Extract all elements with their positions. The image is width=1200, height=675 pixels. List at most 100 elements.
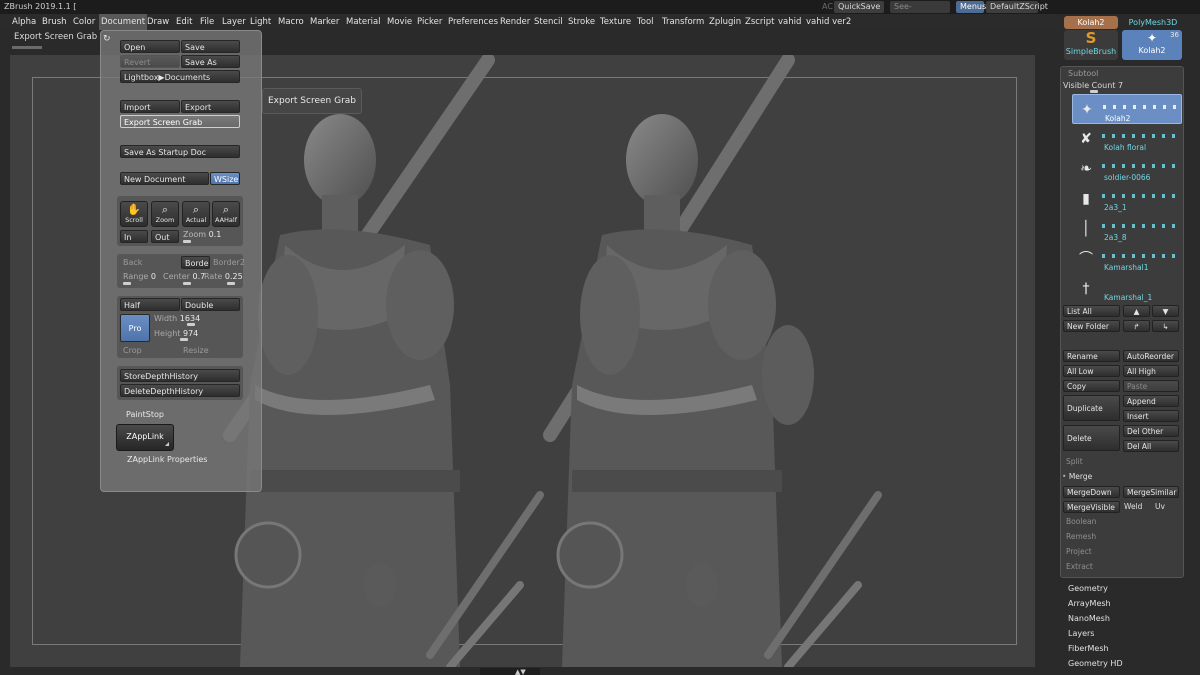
new-document-button[interactable]: New Document: [120, 172, 209, 185]
fibermesh-section[interactable]: FiberMesh: [1068, 644, 1109, 653]
menu-zscript[interactable]: Zscript: [743, 14, 777, 30]
subtool-item-soldier-0066[interactable]: ❧ soldier-0066: [1072, 154, 1182, 184]
delete-button[interactable]: Delete: [1063, 425, 1120, 451]
zoom-out-button[interactable]: Out: [151, 230, 179, 243]
menu-draw[interactable]: Draw: [145, 14, 171, 30]
zoom-button[interactable]: ⌕ Zoom: [151, 201, 179, 227]
export-screen-grab-button[interactable]: Export Screen Grab: [120, 115, 240, 128]
menus-toggle-button[interactable]: Menus: [956, 1, 986, 13]
move-to-folder-icon[interactable]: ↱: [1123, 320, 1150, 332]
menu-alpha[interactable]: Alpha: [10, 14, 38, 30]
zoom-in-button[interactable]: In: [120, 230, 148, 243]
double-button[interactable]: Double: [181, 298, 240, 311]
menu-texture[interactable]: Texture: [598, 14, 633, 30]
width-slider-handle[interactable]: [187, 323, 195, 326]
merge-down-button[interactable]: MergeDown: [1063, 486, 1120, 498]
range-slider[interactable]: Range 0: [123, 272, 156, 281]
boolean-section[interactable]: Boolean: [1066, 517, 1096, 526]
menu-tool[interactable]: Tool: [635, 14, 656, 30]
save-as-startup-doc-button[interactable]: Save As Startup Doc: [120, 145, 240, 158]
menu-layer[interactable]: Layer: [220, 14, 248, 30]
visible-count-slider[interactable]: Visible Count 7: [1063, 81, 1123, 90]
menu-macro[interactable]: Macro: [276, 14, 306, 30]
rate-slider-handle[interactable]: [227, 282, 235, 285]
subtool-visibility-icons[interactable]: [1102, 254, 1180, 258]
subtool-visibility-icons[interactable]: [1102, 134, 1180, 138]
menu-light[interactable]: Light: [248, 14, 273, 30]
menu-marker[interactable]: Marker: [308, 14, 341, 30]
center-slider[interactable]: Center 0.7: [163, 272, 205, 281]
panel-refresh-icon[interactable]: ↻: [103, 34, 111, 44]
back-button[interactable]: Back: [123, 258, 142, 267]
canvas-scroll-handle[interactable]: [480, 668, 540, 675]
subtool-title[interactable]: Subtool: [1068, 69, 1098, 78]
merge-similar-button[interactable]: MergeSimilar: [1123, 486, 1179, 498]
geometry-section[interactable]: Geometry: [1068, 584, 1108, 593]
center-slider-handle[interactable]: [183, 282, 191, 285]
subtool-visibility-icons[interactable]: [1102, 224, 1180, 228]
tool-thumb-kolah2-current[interactable]: 36 ✦ Kolah2: [1122, 30, 1182, 60]
subtool-item-kamarshal-1[interactable]: † Kamarshal_1: [1072, 274, 1182, 304]
subtool-item-2a3-8[interactable]: │ 2a3_8: [1072, 214, 1182, 244]
paste-button[interactable]: Paste: [1123, 380, 1179, 392]
subtool-item-kolah-floral[interactable]: ✘ Kolah floral: [1072, 124, 1182, 154]
del-other-button[interactable]: Del Other: [1123, 425, 1179, 437]
remesh-section[interactable]: Remesh: [1066, 532, 1096, 541]
new-folder-button[interactable]: New Folder: [1063, 320, 1120, 332]
list-all-button[interactable]: List All: [1063, 305, 1120, 317]
menu-brush[interactable]: Brush: [40, 14, 69, 30]
actual-button[interactable]: ⌕ Actual: [182, 201, 210, 227]
subtool-item-2a3-1[interactable]: ▮ 2a3_1: [1072, 184, 1182, 214]
open-button[interactable]: Open: [120, 40, 180, 53]
merge-visible-button[interactable]: MergeVisible: [1063, 501, 1120, 513]
menu-material[interactable]: Material: [344, 14, 383, 30]
delete-depth-history-button[interactable]: DeleteDepthHistory: [120, 384, 240, 397]
range-slider-handle[interactable]: [123, 282, 131, 285]
duplicate-button[interactable]: Duplicate: [1063, 395, 1120, 421]
import-button[interactable]: Import: [120, 100, 180, 113]
revert-button[interactable]: Revert: [120, 55, 180, 68]
border-button[interactable]: Border: [181, 256, 210, 269]
height-slider-handle[interactable]: [180, 338, 188, 341]
zapplink-button[interactable]: ZAppLink: [116, 424, 174, 451]
project-section[interactable]: Project: [1066, 547, 1092, 556]
move-out-folder-icon[interactable]: ↳: [1152, 320, 1179, 332]
tool-thumb-polymesh3d[interactable]: PolyMesh3D: [1126, 16, 1180, 29]
menu-picker[interactable]: Picker: [415, 14, 444, 30]
subtool-item-kolah2[interactable]: ✦ Kolah2: [1072, 94, 1182, 124]
auto-reorder-button[interactable]: AutoReorder: [1123, 350, 1179, 362]
resize-button[interactable]: Resize: [183, 346, 209, 355]
append-button[interactable]: Append: [1123, 395, 1179, 407]
menu-render[interactable]: Render: [498, 14, 532, 30]
copy-button[interactable]: Copy: [1063, 380, 1120, 392]
move-down-arrow-icon[interactable]: ▼: [1152, 305, 1179, 317]
menu-stroke[interactable]: Stroke: [566, 14, 597, 30]
menu-file[interactable]: File: [198, 14, 216, 30]
rate-slider[interactable]: Rate 0.25: [204, 272, 243, 281]
wsize-button[interactable]: WSize: [210, 172, 240, 185]
arraymesh-section[interactable]: ArrayMesh: [1068, 599, 1111, 608]
save-button[interactable]: Save: [181, 40, 240, 53]
aahalf-button[interactable]: ⌕ AAHalf: [212, 201, 240, 227]
merge-section[interactable]: • Merge: [1062, 472, 1092, 481]
layers-section[interactable]: Layers: [1068, 629, 1094, 638]
menu-zplugin[interactable]: Zplugin: [707, 14, 743, 30]
menu-edit[interactable]: Edit: [174, 14, 194, 30]
paintstop-button[interactable]: PaintStop: [126, 410, 164, 419]
save-as-button[interactable]: Save As: [181, 55, 240, 68]
del-all-button[interactable]: Del All: [1123, 440, 1179, 452]
menu-preferences[interactable]: Preferences: [446, 14, 500, 30]
lightbox-documents-button[interactable]: Lightbox▶Documents: [120, 70, 240, 83]
crop-button[interactable]: Crop: [123, 346, 142, 355]
subtool-visibility-icons[interactable]: [1102, 194, 1180, 198]
split-section[interactable]: Split: [1066, 457, 1083, 466]
visible-count-handle[interactable]: [1090, 90, 1098, 93]
menu-color[interactable]: Color: [71, 14, 97, 30]
tool-thumb-kolah2-top[interactable]: Kolah2: [1064, 16, 1118, 29]
quicksave-button[interactable]: QuickSave: [834, 1, 884, 13]
extract-section[interactable]: Extract: [1066, 562, 1093, 571]
rename-button[interactable]: Rename: [1063, 350, 1120, 362]
subtool-visibility-icons[interactable]: [1102, 164, 1180, 168]
subtool-visibility-icons[interactable]: [1103, 105, 1181, 109]
height-slider[interactable]: Height 974: [154, 329, 198, 338]
